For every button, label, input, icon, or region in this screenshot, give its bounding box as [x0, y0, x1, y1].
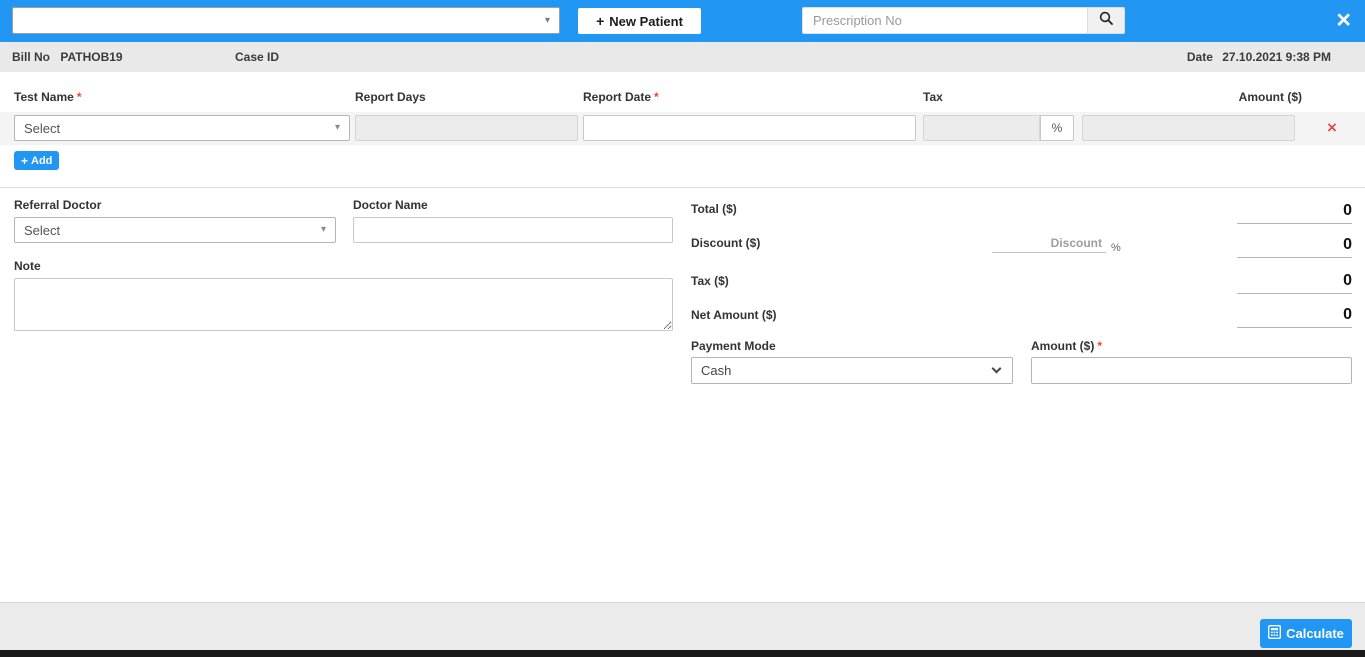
- bill-no-value: PATHOB19: [60, 50, 122, 64]
- top-bar: ▾ + New Patient ×: [0, 0, 1365, 42]
- payment-mode-value: Cash: [701, 363, 731, 378]
- billing-dialog: ▾ + New Patient × Bill No PATHOB19 Case …: [0, 0, 1365, 657]
- total-value: 0: [1237, 202, 1352, 224]
- date-label: Date: [1187, 50, 1213, 64]
- payment-amount-input[interactable]: [1031, 357, 1352, 384]
- referral-doctor-value: Select: [24, 223, 60, 238]
- caret-down-icon: ▾: [335, 123, 340, 133]
- doctor-name-label: Doctor Name: [353, 198, 428, 212]
- discount-label: Discount ($): [691, 236, 760, 250]
- bill-info-bar: Bill No PATHOB19 Case ID Date 27.10.2021…: [0, 42, 1365, 72]
- percent-suffix: %: [1111, 242, 1121, 254]
- tax-header: Tax: [923, 90, 943, 104]
- search-icon: [1099, 11, 1113, 30]
- case-id-label: Case ID: [235, 42, 279, 72]
- test-name-header: Test Name*: [14, 90, 81, 104]
- tax-percent-addon: %: [1040, 115, 1074, 141]
- chevron-down-icon: [992, 363, 1002, 373]
- add-test-button[interactable]: + Add: [14, 151, 59, 170]
- footer-bar: [0, 602, 1365, 650]
- amount-input: [1082, 115, 1295, 141]
- new-patient-label: New Patient: [609, 14, 683, 29]
- calculator-icon: [1268, 625, 1281, 642]
- amount-header: Amount ($): [1239, 90, 1302, 104]
- doctor-name-input[interactable]: [353, 217, 673, 243]
- caret-down-icon: ▾: [545, 16, 550, 26]
- patient-select[interactable]: ▾: [12, 7, 560, 34]
- tax-input: [923, 115, 1040, 141]
- caret-down-icon: ▾: [321, 225, 326, 235]
- required-marker: *: [77, 90, 82, 104]
- calculate-button[interactable]: Calculate: [1260, 619, 1352, 648]
- referral-doctor-select[interactable]: Select ▾: [14, 217, 336, 243]
- payment-mode-select[interactable]: Cash: [691, 357, 1013, 384]
- test-name-select-value: Select: [24, 121, 60, 136]
- discount-percent-input[interactable]: [992, 234, 1106, 253]
- prescription-search-group: [802, 7, 1125, 34]
- discount-value: 0: [1237, 236, 1352, 258]
- report-date-input[interactable]: [583, 115, 916, 141]
- referral-doctor-label: Referral Doctor: [14, 198, 101, 212]
- delete-row-icon[interactable]: ×: [1320, 116, 1344, 140]
- add-label: Add: [31, 155, 52, 167]
- required-marker: *: [1097, 339, 1102, 353]
- bill-no: Bill No PATHOB19: [12, 42, 123, 72]
- total-label: Total ($): [691, 202, 737, 216]
- test-name-select[interactable]: Select ▾: [14, 115, 350, 141]
- note-textarea[interactable]: [14, 278, 673, 331]
- report-date-header: Report Date*: [583, 90, 659, 104]
- plus-icon: +: [596, 13, 604, 29]
- bill-no-label: Bill No: [12, 50, 50, 64]
- payment-amount-label: Amount ($)*: [1031, 339, 1102, 353]
- tax-total-label: Tax ($): [691, 274, 729, 288]
- report-days-input: [355, 115, 578, 141]
- new-patient-button[interactable]: + New Patient: [578, 8, 701, 34]
- tax-total-value: 0: [1237, 272, 1352, 294]
- note-label: Note: [14, 259, 41, 273]
- search-button[interactable]: [1087, 7, 1125, 34]
- report-days-header: Report Days: [355, 90, 426, 104]
- payment-mode-label: Payment Mode: [691, 339, 776, 353]
- net-amount-value: 0: [1237, 306, 1352, 328]
- required-marker: *: [654, 90, 659, 104]
- net-amount-label: Net Amount ($): [691, 308, 777, 322]
- plus-icon: +: [21, 154, 28, 168]
- close-icon[interactable]: ×: [1336, 5, 1351, 35]
- section-divider: [0, 187, 1365, 188]
- window-bottom-edge: [0, 650, 1365, 657]
- date-value: 27.10.2021 9:38 PM: [1222, 50, 1331, 64]
- bill-date: Date 27.10.2021 9:38 PM: [1187, 42, 1331, 72]
- prescription-no-input[interactable]: [802, 7, 1087, 34]
- calculate-label: Calculate: [1286, 626, 1344, 641]
